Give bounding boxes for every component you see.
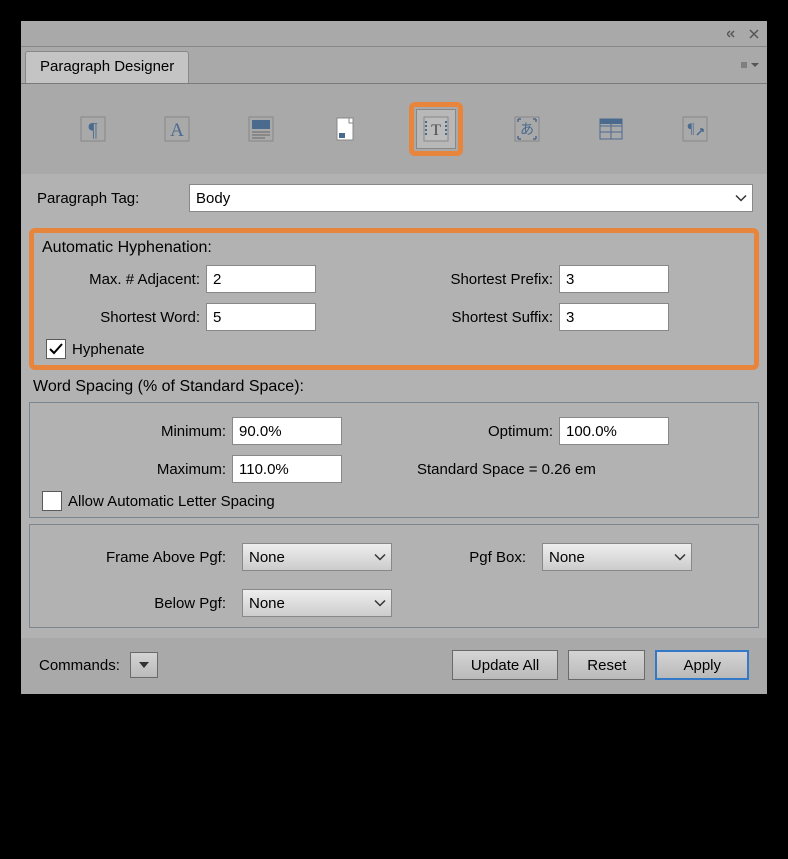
commands-dropdown[interactable] — [130, 652, 158, 678]
tablecell-icon[interactable] — [591, 109, 631, 149]
shortest-prefix-input[interactable] — [559, 265, 669, 293]
maximum-input[interactable] — [232, 455, 342, 483]
svg-text:あ: あ — [520, 121, 534, 137]
update-all-button[interactable]: Update All — [452, 650, 558, 680]
hyphenation-section: Automatic Hyphenation: Max. # Adjacent: … — [29, 228, 759, 370]
property-iconbar: ¶ A T あ ¶ — [21, 84, 767, 174]
pgf-box-dropdown[interactable] — [542, 543, 692, 571]
chevron-down-icon — [139, 662, 149, 668]
hyphenation-title: Automatic Hyphenation: — [38, 239, 216, 257]
max-adjacent-input[interactable] — [206, 265, 316, 293]
reset-button[interactable]: Reset — [568, 650, 645, 680]
tab-paragraph-designer[interactable]: Paragraph Designer — [25, 51, 189, 83]
close-icon[interactable] — [749, 29, 759, 39]
optimum-input[interactable] — [559, 417, 669, 445]
panel-menu-icon[interactable] — [741, 57, 759, 74]
asian-icon[interactable]: あ — [507, 109, 547, 149]
main-panel: Paragraph Tag: Automatic Hyphenation: Ma… — [21, 174, 767, 638]
shortest-word-label: Shortest Word: — [46, 309, 206, 326]
paragraph-tag-label: Paragraph Tag: — [35, 190, 189, 207]
pagination-highlight: T — [409, 102, 463, 156]
direction-icon[interactable]: ¶ — [675, 109, 715, 149]
apply-button[interactable]: Apply — [655, 650, 749, 680]
svg-text:T: T — [431, 122, 441, 139]
pgf-box-label: Pgf Box: — [402, 549, 532, 566]
svg-text:¶: ¶ — [88, 119, 97, 141]
collapse-icon[interactable] — [727, 29, 741, 39]
word-spacing-title: Word Spacing (% of Standard Space): — [33, 378, 304, 395]
paragraph-tag-dropdown[interactable] — [189, 184, 753, 212]
minimum-label: Minimum: — [42, 423, 232, 440]
below-pgf-dropdown[interactable] — [242, 589, 392, 617]
max-adjacent-label: Max. # Adjacent: — [46, 271, 206, 288]
maximum-label: Maximum: — [42, 461, 232, 478]
shortest-word-input[interactable] — [206, 303, 316, 331]
word-spacing-section: Minimum: Optimum: Maximum: Standard Spac… — [29, 402, 759, 518]
basic-icon[interactable]: ¶ — [73, 109, 113, 149]
shortest-suffix-input[interactable] — [559, 303, 669, 331]
svg-text:A: A — [170, 120, 184, 141]
frame-above-dropdown[interactable] — [242, 543, 392, 571]
font-icon[interactable]: A — [157, 109, 197, 149]
minimum-input[interactable] — [232, 417, 342, 445]
titlebar — [21, 21, 767, 47]
commands-label: Commands: — [39, 657, 120, 674]
shortest-suffix-label: Shortest Suffix: — [409, 309, 559, 326]
svg-text:¶: ¶ — [688, 121, 695, 137]
pagination-icon[interactable]: T — [416, 109, 456, 149]
standard-space-text: Standard Space = 0.26 em — [409, 461, 596, 478]
allow-letter-spacing-checkbox[interactable] — [42, 491, 62, 511]
paragraph-designer-window: Paragraph Designer ¶ A T あ — [20, 20, 768, 695]
allow-letter-spacing-label: Allow Automatic Letter Spacing — [68, 493, 275, 510]
hyphenate-label: Hyphenate — [72, 341, 145, 358]
button-bar: Commands: Update All Reset Apply — [21, 638, 767, 694]
page-icon[interactable] — [325, 109, 365, 149]
below-pgf-label: Below Pgf: — [42, 595, 232, 612]
optimum-label: Optimum: — [409, 423, 559, 440]
shading-icon[interactable] — [241, 109, 281, 149]
hyphenate-checkbox[interactable] — [46, 339, 66, 359]
tab-bar: Paragraph Designer — [21, 47, 767, 84]
shortest-prefix-label: Shortest Prefix: — [409, 271, 559, 288]
frame-above-label: Frame Above Pgf: — [42, 549, 232, 566]
frames-section: Frame Above Pgf: Pgf Box: Below Pgf: — [29, 524, 759, 628]
